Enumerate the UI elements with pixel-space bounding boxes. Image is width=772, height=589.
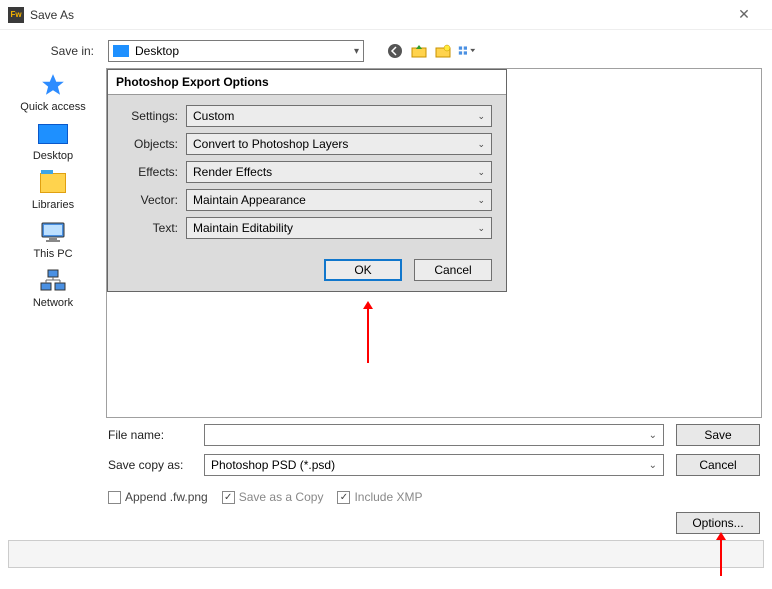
chevron-down-icon: ⌄ xyxy=(477,139,485,150)
checkbox-icon: ✓ xyxy=(337,491,350,504)
settings-select[interactable]: Custom⌄ xyxy=(186,105,492,127)
chevron-down-icon: ⌄ xyxy=(477,195,485,206)
status-bar xyxy=(8,540,764,568)
annotation-arrow-icon xyxy=(720,540,722,576)
save-in-value: Desktop xyxy=(135,44,354,58)
close-icon[interactable]: ✕ xyxy=(724,6,764,23)
view-menu-icon[interactable] xyxy=(458,42,476,60)
star-icon xyxy=(37,72,69,98)
up-folder-icon[interactable] xyxy=(410,42,428,60)
export-cancel-button[interactable]: Cancel xyxy=(414,259,492,281)
save-copy-as-select[interactable]: Photoshop PSD (*.psd)⌄ xyxy=(204,454,664,476)
desktop-icon xyxy=(113,45,129,57)
append-fw-png-checkbox[interactable]: Append .fw.png xyxy=(108,490,208,504)
text-select[interactable]: Maintain Editability⌄ xyxy=(186,217,492,239)
file-name-input[interactable]: ⌄ xyxy=(204,424,664,446)
network-icon xyxy=(37,268,69,294)
save-in-select[interactable]: Desktop ▾ xyxy=(108,40,364,62)
chevron-down-icon: ⌄ xyxy=(477,223,485,234)
export-ok-button[interactable]: OK xyxy=(324,259,402,281)
checkbox-icon: ✓ xyxy=(222,491,235,504)
libraries-icon xyxy=(37,170,69,196)
sidebar-item-label: Quick access xyxy=(20,101,85,113)
save-as-copy-checkbox: ✓ Save as a Copy xyxy=(222,490,324,504)
sidebar-item-desktop[interactable]: Desktop xyxy=(33,121,73,162)
sidebar-item-label: Desktop xyxy=(33,150,73,162)
checkbox-label: Append .fw.png xyxy=(125,490,208,504)
sidebar-item-label: Libraries xyxy=(32,199,74,211)
save-copy-as-label: Save copy as: xyxy=(108,458,204,472)
sidebar-item-quick-access[interactable]: Quick access xyxy=(20,72,85,113)
checkbox-label: Save as a Copy xyxy=(239,490,324,504)
settings-label: Settings: xyxy=(122,109,186,123)
vector-label: Vector: xyxy=(122,193,186,207)
chevron-down-icon: ▾ xyxy=(354,46,359,57)
pc-icon xyxy=(37,219,69,245)
objects-label: Objects: xyxy=(122,137,186,151)
export-panel-title: Photoshop Export Options xyxy=(108,70,506,95)
save-button[interactable]: Save xyxy=(676,424,760,446)
file-list-area[interactable]: Photoshop Export Options Settings: Custo… xyxy=(106,68,762,418)
sidebar-item-libraries[interactable]: Libraries xyxy=(32,170,74,211)
objects-select[interactable]: Convert to Photoshop Layers⌄ xyxy=(186,133,492,155)
new-folder-icon[interactable] xyxy=(434,42,452,60)
checkbox-icon xyxy=(108,491,121,504)
options-button[interactable]: Options... xyxy=(676,512,760,534)
sidebar-item-label: This PC xyxy=(33,248,72,260)
include-xmp-checkbox: ✓ Include XMP xyxy=(337,490,422,504)
sidebar-item-label: Network xyxy=(33,297,73,309)
chevron-down-icon: ⌄ xyxy=(649,460,657,471)
cancel-button[interactable]: Cancel xyxy=(676,454,760,476)
sidebar-item-this-pc[interactable]: This PC xyxy=(33,219,72,260)
save-in-label: Save in: xyxy=(8,44,100,58)
places-sidebar: Quick access Desktop Libraries This PC N… xyxy=(0,68,106,418)
effects-select[interactable]: Render Effects⌄ xyxy=(186,161,492,183)
sidebar-item-network[interactable]: Network xyxy=(33,268,73,309)
back-icon[interactable] xyxy=(386,42,404,60)
chevron-down-icon: ⌄ xyxy=(649,430,657,441)
checkbox-label: Include XMP xyxy=(354,490,422,504)
photoshop-export-options: Photoshop Export Options Settings: Custo… xyxy=(107,69,507,292)
chevron-down-icon: ⌄ xyxy=(477,111,485,122)
file-name-label: File name: xyxy=(108,428,204,442)
annotation-arrow-icon xyxy=(367,309,369,363)
text-label: Text: xyxy=(122,221,186,235)
vector-select[interactable]: Maintain Appearance⌄ xyxy=(186,189,492,211)
titlebar: Fw Save As ✕ xyxy=(0,0,772,30)
window-title: Save As xyxy=(30,8,724,22)
app-icon: Fw xyxy=(8,7,24,23)
effects-label: Effects: xyxy=(122,165,186,179)
chevron-down-icon: ⌄ xyxy=(477,167,485,178)
desktop-icon xyxy=(37,121,69,147)
